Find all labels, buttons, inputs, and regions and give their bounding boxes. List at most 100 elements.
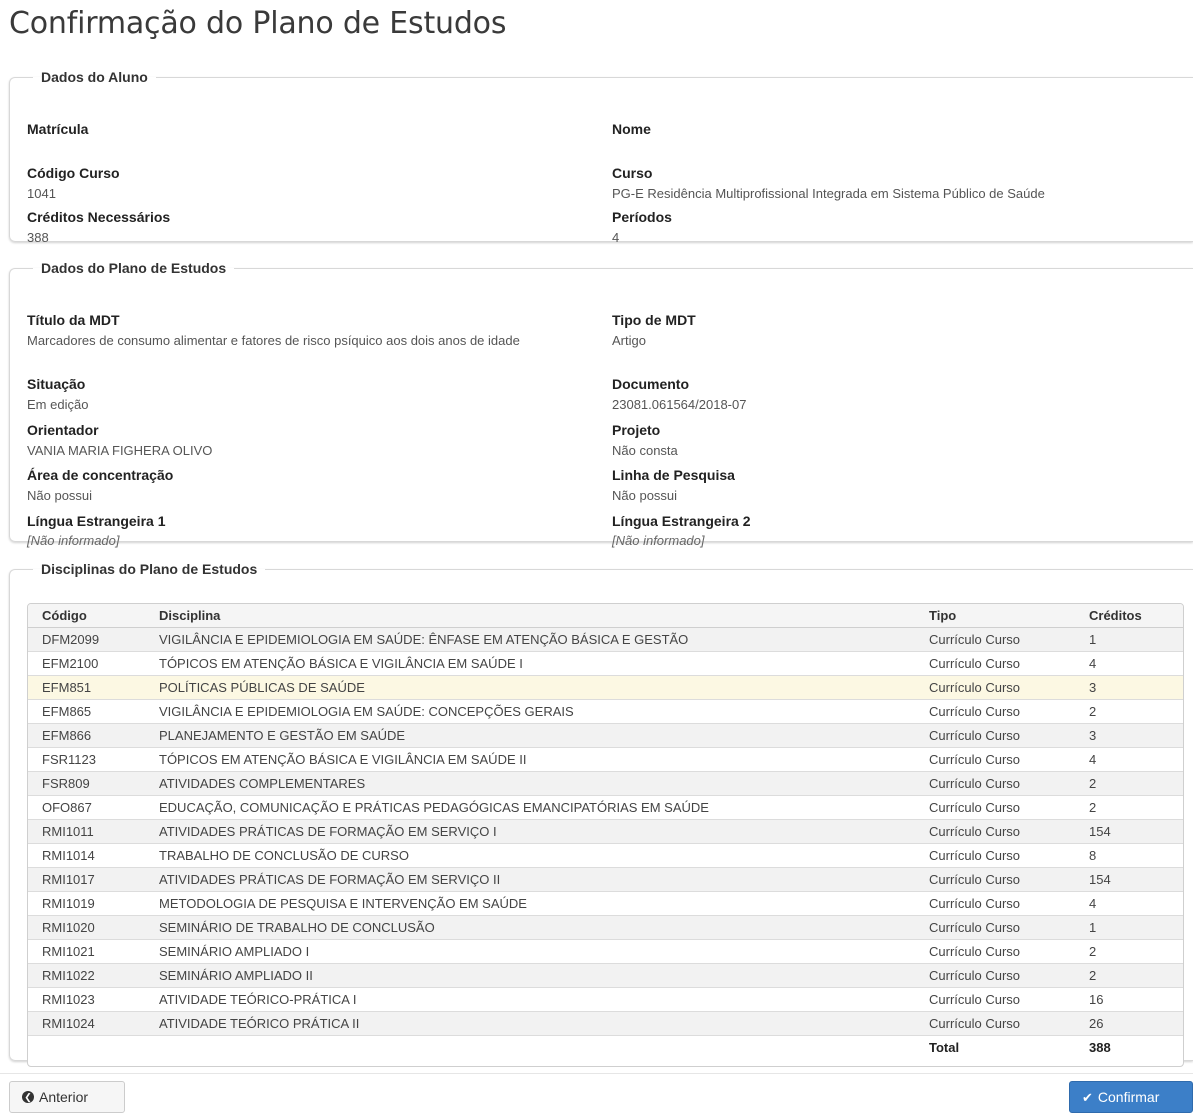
creditos-value: 388 [27, 230, 49, 245]
table-row[interactable]: RMI1021 SEMINÁRIO AMPLIADO I Currículo Cur… [28, 939, 1183, 964]
cell-creditos: 26 [1075, 1011, 1183, 1036]
table-row[interactable]: EFM866 PLANEJAMENTO E GESTÃO EM SAÚDE Curr… [28, 723, 1183, 748]
situacao-value: Em edição [27, 397, 89, 412]
codigo-curso-label: Código Curso [27, 165, 120, 181]
student-data-panel: Dados do Aluno Matrícula Nome Código Cur… [9, 69, 1193, 245]
titulo-mdt-label: Título da MDT [27, 312, 120, 328]
disciplines-table-container: Código Disciplina Tipo Créditos DFM2099 V… [27, 603, 1184, 1067]
orientador-label: Orientador [27, 422, 99, 438]
area-label: Área de concentração [27, 467, 174, 483]
cell-disciplina: ATIVIDADE TEÓRICO-PRÁTICA I [145, 987, 915, 1012]
table-row[interactable]: FSR809 ATIVIDADES COMPLEMENTARES Currículo… [28, 771, 1183, 796]
table-row[interactable]: RMI1017 ATIVIDADES PRÁTICAS DE FORMAÇÃO E… [28, 867, 1183, 892]
cell-creditos: 4 [1075, 747, 1183, 772]
column-header-tipo: Tipo [915, 604, 1075, 628]
cell-creditos: 4 [1075, 891, 1183, 916]
cell-creditos: 154 [1075, 867, 1183, 892]
situacao-label: Situação [27, 376, 86, 392]
cell-tipo: Currículo Curso [915, 891, 1075, 916]
table-row[interactable]: OFO867 EDUCAÇÃO, COMUNICAÇÃO E PRÁTICAS P… [28, 795, 1183, 820]
cell-tipo: Currículo Curso [915, 1011, 1075, 1036]
table-row[interactable]: EFM865 VIGILÂNCIA E EPIDEMIOLOGIA EM SAÚD… [28, 699, 1183, 724]
cell-disciplina: ATIVIDADE TEÓRICO PRÁTICA II [145, 1011, 915, 1036]
cell-codigo: RMI1019 [28, 891, 145, 916]
cell-tipo: Currículo Curso [915, 651, 1075, 676]
cell-tipo: Currículo Curso [915, 795, 1075, 820]
cell-creditos: 2 [1075, 795, 1183, 820]
projeto-label: Projeto [612, 422, 661, 438]
cell-tipo: Currículo Curso [915, 843, 1075, 868]
cell-disciplina: VIGILÂNCIA E EPIDEMIOLOGIA EM SAÚDE: CON… [145, 699, 915, 724]
cell-codigo: RMI1017 [28, 867, 145, 892]
cell-tipo: Currículo Curso [915, 867, 1075, 892]
table-row[interactable]: RMI1023 ATIVIDADE TEÓRICO-PRÁTICA I Curríc… [28, 987, 1183, 1012]
cell-creditos: 2 [1075, 771, 1183, 796]
cell-disciplina: ATIVIDADES PRÁTICAS DE FORMAÇÃO EM SERVI… [145, 867, 915, 892]
lingua1-value: [Não informado] [27, 533, 120, 548]
cell-disciplina: PLANEJAMENTO E GESTÃO EM SAÚDE [145, 723, 915, 748]
table-row[interactable]: RMI1022 SEMINÁRIO AMPLIADO II Currículo Cu… [28, 963, 1183, 988]
documento-value: 23081.061564/2018-07 [612, 397, 747, 412]
cell-codigo: EFM2100 [28, 651, 145, 676]
nome-label: Nome [612, 121, 651, 137]
table-total-row: Total 388 [28, 1035, 1183, 1059]
student-data-legend: Dados do Aluno [41, 69, 148, 85]
confirm-button-label: Confirmar [1097, 1089, 1160, 1105]
cell-creditos: 1 [1075, 627, 1183, 652]
curso-value: PG-E Residência Multiprofissional Integr… [612, 186, 1045, 201]
table-row[interactable]: RMI1024 ATIVIDADE TEÓRICO PRÁTICA II Currí… [28, 1011, 1183, 1036]
check-icon: ✔ [1082, 1089, 1093, 1105]
total-value: 388 [1089, 1039, 1111, 1055]
cell-codigo: RMI1023 [28, 987, 145, 1012]
cell-creditos: 3 [1075, 675, 1183, 700]
table-row[interactable]: RMI1020 SEMINÁRIO DE TRABALHO DE CONCLUSÃ… [28, 915, 1183, 940]
disciplines-table-body: DFM2099 VIGILÂNCIA E EPIDEMIOLOGIA EM SAÚ… [28, 627, 1183, 1036]
cell-disciplina: ATIVIDADES COMPLEMENTARES [145, 771, 915, 796]
disciplines-table: Código Disciplina Tipo Créditos DFM2099 V… [28, 604, 1183, 1059]
table-row[interactable]: RMI1011 ATIVIDADES PRÁTICAS DE FORMAÇÃO E… [28, 819, 1183, 844]
cell-disciplina: SEMINÁRIO AMPLIADO I [145, 939, 915, 964]
cell-tipo: Currículo Curso [915, 675, 1075, 700]
lingua1-label: Língua Estrangeira 1 [27, 513, 166, 529]
cell-disciplina: EDUCAÇÃO, COMUNICAÇÃO E PRÁTICAS PEDAGÓG… [145, 795, 915, 820]
column-header-creditos: Créditos [1075, 604, 1183, 628]
confirm-button[interactable]: ✔ Confirmar [1069, 1081, 1193, 1113]
cell-disciplina: SEMINÁRIO DE TRABALHO DE CONCLUSÃO [145, 915, 915, 940]
cell-codigo: EFM851 [28, 675, 145, 700]
study-plan-panel: Dados do Plano de Estudos Título da MDT … [9, 260, 1193, 548]
table-row[interactable]: DFM2099 VIGILÂNCIA E EPIDEMIOLOGIA EM SAÚ… [28, 627, 1183, 652]
codigo-curso-value: 1041 [27, 186, 56, 201]
cell-disciplina: METODOLOGIA DE PESQUISA E INTERVENÇÃO EM… [145, 891, 915, 916]
total-label: Total [929, 1039, 960, 1055]
cell-disciplina: TRABALHO DE CONCLUSÃO DE CURSO [145, 843, 915, 868]
table-row[interactable]: RMI1014 TRABALHO DE CONCLUSÃO DE CURSO Cur… [28, 843, 1183, 868]
table-row[interactable]: EFM851 POLÍTICAS PÚBLICAS DE SAÚDE Currícu… [28, 675, 1183, 700]
cell-tipo: Currículo Curso [915, 747, 1075, 772]
table-row[interactable]: RMI1019 METODOLOGIA DE PESQUISA E INTERVE… [28, 891, 1183, 916]
cell-creditos: 2 [1075, 963, 1183, 988]
linha-label: Linha de Pesquisa [612, 467, 735, 483]
table-row[interactable]: FSR1123 TÓPICOS EM ATENÇÃO BÁSICA E VIGIL… [28, 747, 1183, 772]
column-header-codigo: Código [28, 604, 145, 628]
table-header-row: Código Disciplina Tipo Créditos [28, 604, 1183, 628]
cell-tipo: Currículo Curso [915, 939, 1075, 964]
table-row[interactable]: EFM2100 TÓPICOS EM ATENÇÃO BÁSICA E VIGIL… [28, 651, 1183, 676]
curso-label: Curso [612, 165, 653, 181]
cell-disciplina: TÓPICOS EM ATENÇÃO BÁSICA E VIGILÂNCIA E… [145, 747, 915, 772]
cell-codigo: RMI1014 [28, 843, 145, 868]
cell-creditos: 2 [1075, 939, 1183, 964]
cell-tipo: Currículo Curso [915, 771, 1075, 796]
tipo-mdt-value: Artigo [612, 333, 646, 348]
circle-arrow-left-icon: ❮ [22, 1091, 34, 1103]
cell-codigo: FSR1123 [28, 747, 145, 772]
cell-codigo: RMI1022 [28, 963, 145, 988]
cell-disciplina: VIGILÂNCIA E EPIDEMIOLOGIA EM SAÚDE: ÊNF… [145, 627, 915, 652]
cell-disciplina: TÓPICOS EM ATENÇÃO BÁSICA E VIGILÂNCIA E… [145, 651, 915, 676]
cell-codigo: RMI1024 [28, 1011, 145, 1036]
tipo-mdt-label: Tipo de MDT [612, 312, 696, 328]
previous-button[interactable]: ❮ Anterior [9, 1081, 125, 1113]
cell-creditos: 2 [1075, 699, 1183, 724]
cell-creditos: 3 [1075, 723, 1183, 748]
cell-tipo: Currículo Curso [915, 819, 1075, 844]
cell-tipo: Currículo Curso [915, 987, 1075, 1012]
